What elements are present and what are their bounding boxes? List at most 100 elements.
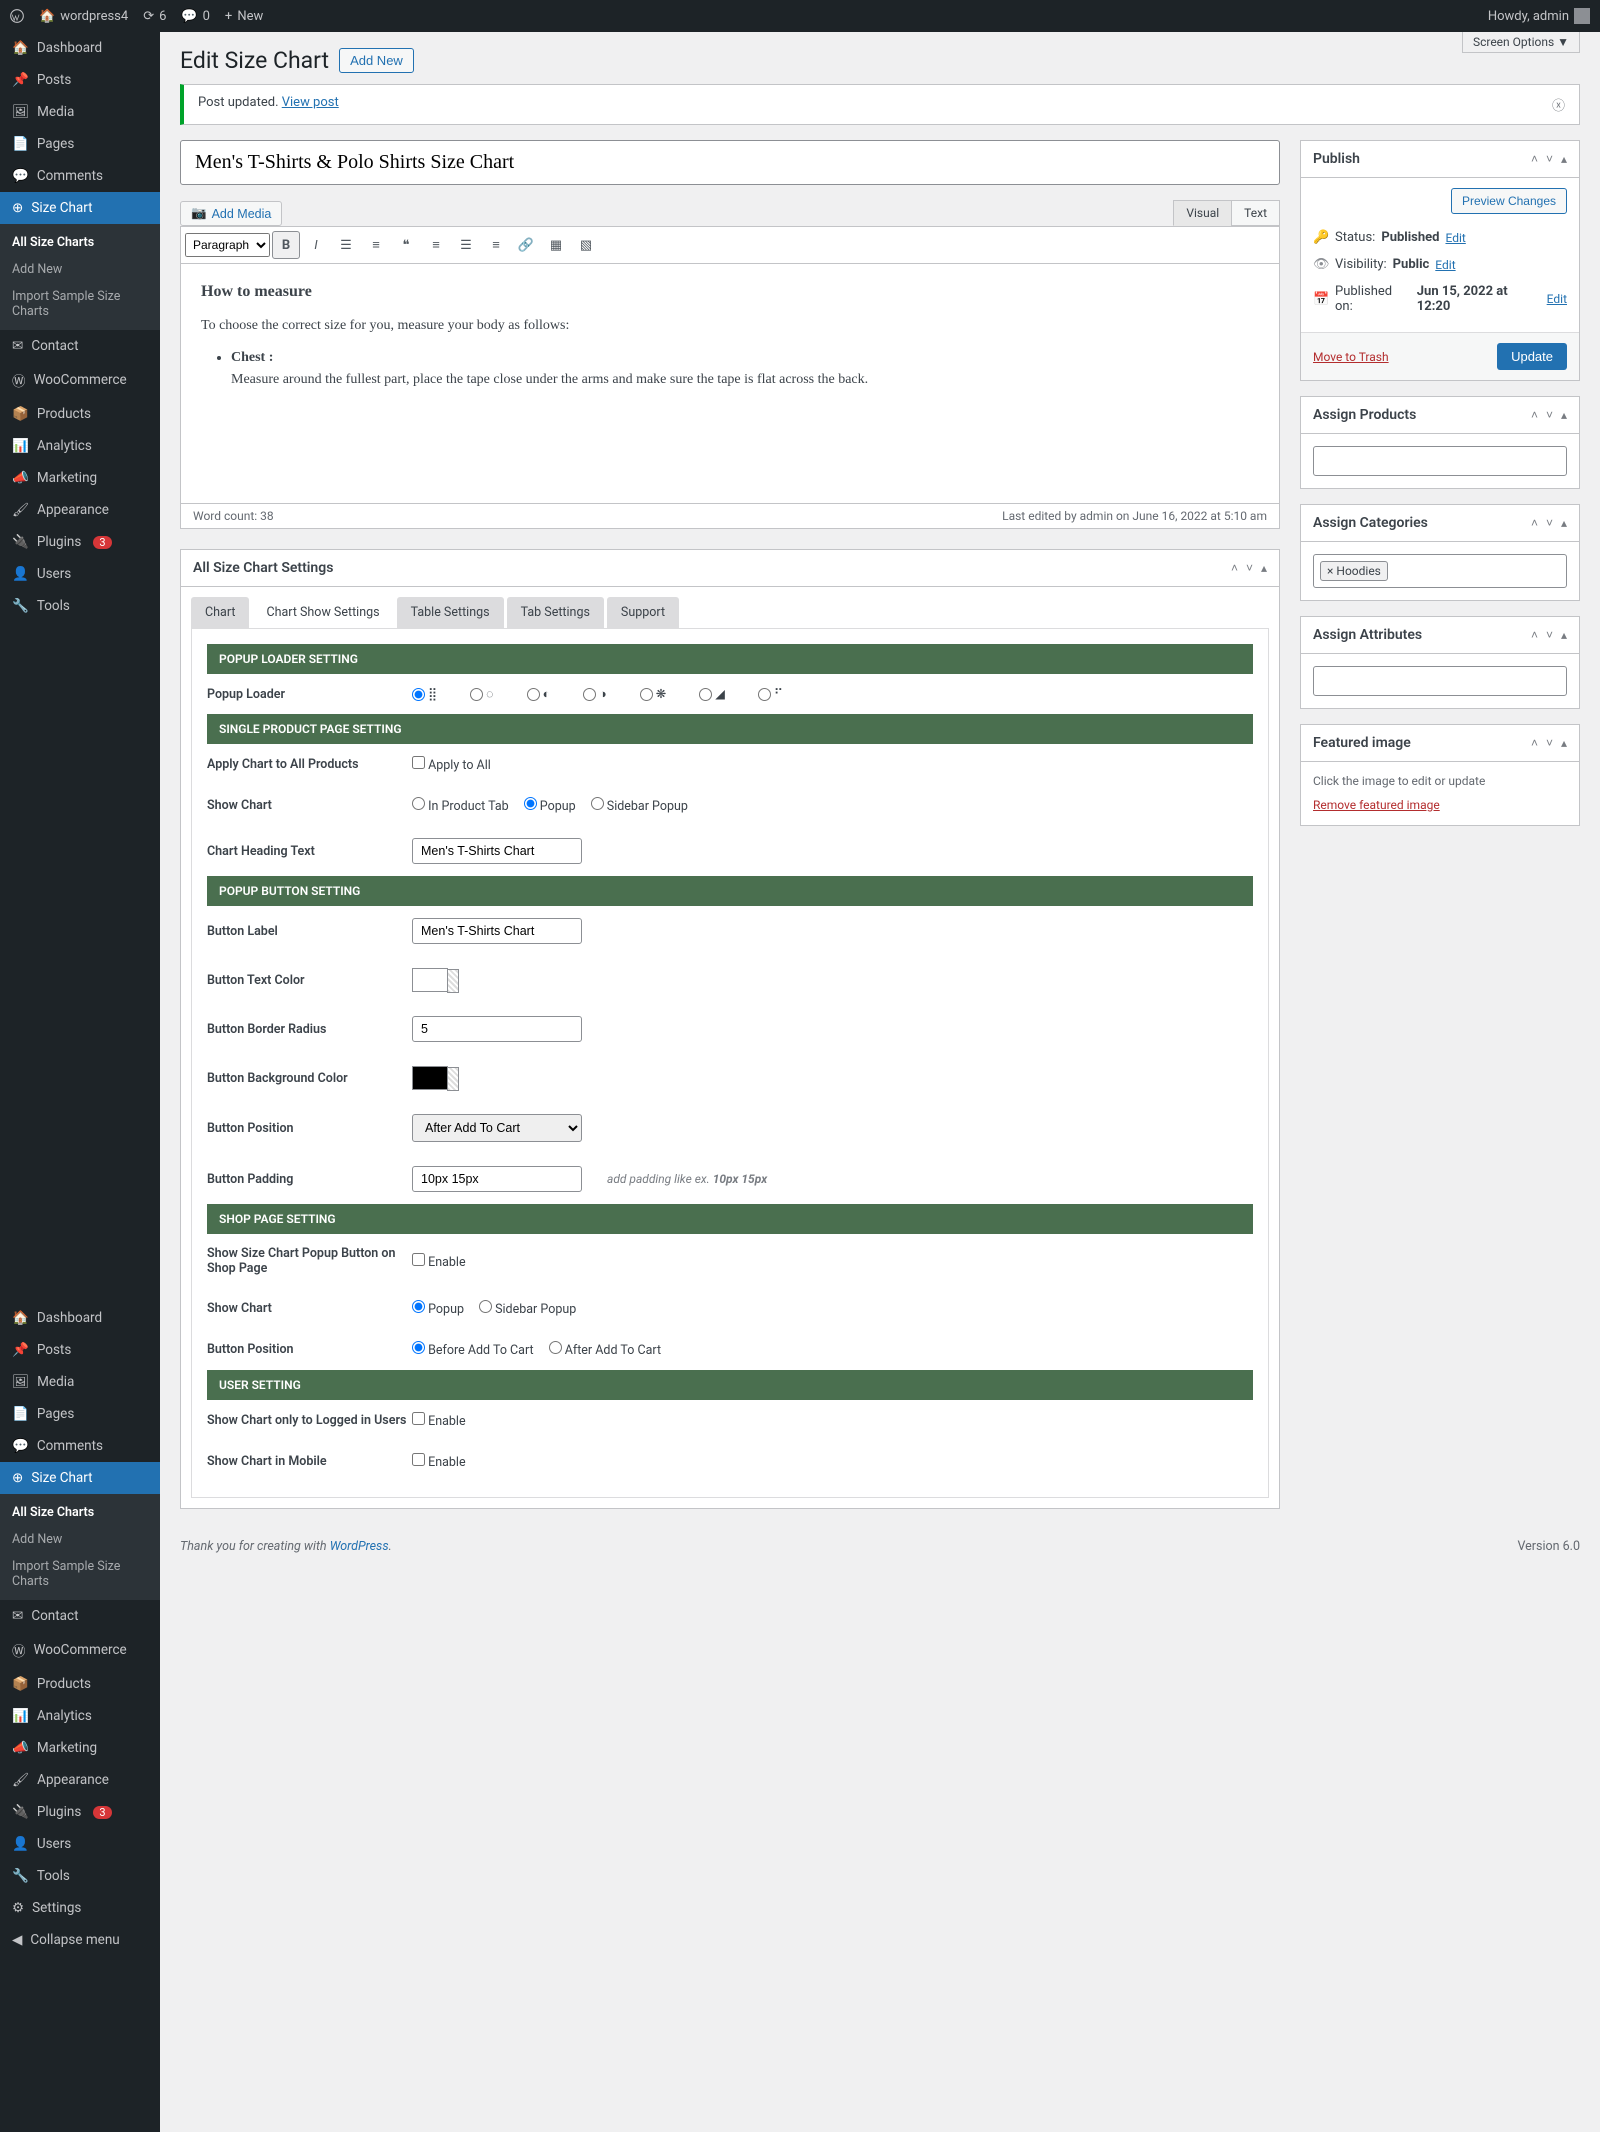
align-left-button[interactable]: ≡ xyxy=(422,231,450,259)
quote-button[interactable]: ❝ xyxy=(392,231,420,259)
align-center-button[interactable]: ☰ xyxy=(452,231,480,259)
dismiss-notice[interactable]: ⓧ xyxy=(1552,95,1565,114)
assign-attributes-input[interactable] xyxy=(1313,666,1567,696)
apply-all-checkbox[interactable] xyxy=(412,756,425,769)
site-name[interactable]: 🏠 wordpress4 xyxy=(39,9,128,24)
menu-appearance[interactable]: 🖌 Appearance xyxy=(0,494,160,526)
more-button[interactable]: ▦ xyxy=(542,231,570,259)
menu-media[interactable]: 🖼 Media xyxy=(0,96,160,128)
menu2-pages[interactable]: 📄 Pages xyxy=(0,1398,160,1430)
aa-toggle[interactable]: ▴ xyxy=(1561,628,1567,642)
tab-tab[interactable]: Tab Settings xyxy=(507,597,604,628)
fi-down[interactable]: ˅ xyxy=(1546,736,1553,750)
update-button[interactable]: Update xyxy=(1497,343,1567,370)
menu-contact[interactable]: ✉ Contact xyxy=(0,330,160,362)
submenu-add-new[interactable]: Add New xyxy=(0,256,160,283)
ac-up[interactable]: ˄ xyxy=(1531,516,1538,530)
ap-toggle[interactable]: ▴ xyxy=(1561,408,1567,422)
menu-products[interactable]: 📦 Products xyxy=(0,398,160,430)
show-chart-tab[interactable] xyxy=(412,797,425,810)
menu2-dashboard[interactable]: 🏠 Dashboard xyxy=(0,1302,160,1334)
bold-button[interactable]: B xyxy=(272,231,300,259)
menu2-appearance[interactable]: 🖌 Appearance xyxy=(0,1764,160,1796)
tab-chart-show[interactable]: Chart Show Settings xyxy=(252,597,393,628)
shop-show-popup[interactable] xyxy=(412,1300,425,1313)
loader-opt-2[interactable] xyxy=(470,688,483,701)
menu-size-chart[interactable]: ⊕ Size Chart xyxy=(0,192,160,224)
tab-support[interactable]: Support xyxy=(607,597,679,628)
edit-visibility-link[interactable]: Edit xyxy=(1435,258,1455,272)
remove-featured-image-link[interactable]: Remove featured image xyxy=(1313,798,1440,812)
tab-table[interactable]: Table Settings xyxy=(397,597,504,628)
comments-count[interactable]: 💬 0 xyxy=(181,9,210,24)
submenu-import[interactable]: Import Sample Size Charts xyxy=(0,283,160,325)
menu2-marketing[interactable]: 📣 Marketing xyxy=(0,1732,160,1764)
loader-opt-6[interactable] xyxy=(699,688,712,701)
preview-changes-button[interactable]: Preview Changes xyxy=(1451,188,1567,214)
menu-comments[interactable]: 💬 Comments xyxy=(0,160,160,192)
pub-toggle-icon[interactable]: ▴ xyxy=(1561,152,1567,166)
menu2-woocommerce[interactable]: Ⓦ WooCommerce xyxy=(0,1632,160,1668)
loader-opt-4[interactable] xyxy=(583,688,596,701)
toolbar-toggle-button[interactable]: ▧ xyxy=(572,231,600,259)
ac-toggle[interactable]: ▴ xyxy=(1561,516,1567,530)
menu2-plugins[interactable]: 🔌 Plugins3 xyxy=(0,1796,160,1828)
show-chart-popup[interactable] xyxy=(524,797,537,810)
visual-tab[interactable]: Visual xyxy=(1173,200,1232,226)
logged-in-checkbox[interactable] xyxy=(412,1412,425,1425)
assign-categories-input[interactable]: × Hoodies xyxy=(1313,554,1567,588)
menu-pages[interactable]: 📄 Pages xyxy=(0,128,160,160)
menu-tools[interactable]: 🔧 Tools xyxy=(0,590,160,622)
add-media-button[interactable]: 📷Add Media xyxy=(180,201,282,226)
new-content[interactable]: + New xyxy=(225,9,263,24)
assign-products-input[interactable] xyxy=(1313,446,1567,476)
box-down-icon[interactable]: ˅ xyxy=(1246,561,1253,575)
wordpress-link[interactable]: WordPress xyxy=(330,1539,389,1554)
menu2-settings[interactable]: ⚙ Settings xyxy=(0,1892,160,1924)
ap-up[interactable]: ˄ xyxy=(1531,408,1538,422)
aa-up[interactable]: ˄ xyxy=(1531,628,1538,642)
btn-bg-color-picker[interactable] xyxy=(412,1066,448,1090)
menu2-comments[interactable]: 💬 Comments xyxy=(0,1430,160,1462)
loader-opt-5[interactable] xyxy=(640,688,653,701)
view-post-link[interactable]: View post xyxy=(282,95,339,110)
menu2-products[interactable]: 📦 Products xyxy=(0,1668,160,1700)
btn-pad-input[interactable] xyxy=(412,1166,582,1192)
submenu2-import[interactable]: Import Sample Size Charts xyxy=(0,1553,160,1595)
shop-btn-checkbox[interactable] xyxy=(412,1253,425,1266)
wp-logo[interactable] xyxy=(10,9,24,23)
ap-down[interactable]: ˅ xyxy=(1546,408,1553,422)
collapse-menu[interactable]: ◀ Collapse menu xyxy=(0,1924,160,1956)
loader-opt-3[interactable] xyxy=(527,688,540,701)
italic-button[interactable]: I xyxy=(302,231,330,259)
editor-content[interactable]: How to measure To choose the correct siz… xyxy=(180,264,1280,504)
menu-analytics[interactable]: 📊 Analytics xyxy=(0,430,160,462)
menu2-posts[interactable]: 📌 Posts xyxy=(0,1334,160,1366)
loader-opt-1[interactable] xyxy=(412,688,425,701)
menu2-contact[interactable]: ✉ Contact xyxy=(0,1600,160,1632)
edit-status-link[interactable]: Edit xyxy=(1445,231,1465,245)
howdy-user[interactable]: Howdy, admin xyxy=(1488,8,1590,24)
loader-opt-7[interactable] xyxy=(758,688,771,701)
menu2-media[interactable]: 🖼 Media xyxy=(0,1366,160,1398)
add-new-button[interactable]: Add New xyxy=(339,48,414,73)
submenu-all-charts[interactable]: All Size Charts xyxy=(0,229,160,256)
menu2-tools[interactable]: 🔧 Tools xyxy=(0,1860,160,1892)
updates-count[interactable]: ⟳ 6 xyxy=(143,9,166,24)
screen-options-toggle[interactable]: Screen Options ▼ xyxy=(1462,32,1580,53)
menu-dashboard[interactable]: 🏠 Dashboard xyxy=(0,32,160,64)
move-to-trash-link[interactable]: Move to Trash xyxy=(1313,350,1389,364)
shop-btn-pos-before[interactable] xyxy=(412,1341,425,1354)
btn-radius-input[interactable] xyxy=(412,1016,582,1042)
btn-label-input[interactable] xyxy=(412,918,582,944)
menu-marketing[interactable]: 📣 Marketing xyxy=(0,462,160,494)
box-toggle-icon[interactable]: ▴ xyxy=(1261,561,1267,575)
menu-plugins[interactable]: 🔌 Plugins3 xyxy=(0,526,160,558)
edit-date-link[interactable]: Edit xyxy=(1547,292,1567,306)
fi-toggle[interactable]: ▴ xyxy=(1561,736,1567,750)
menu-users[interactable]: 👤 Users xyxy=(0,558,160,590)
align-right-button[interactable]: ≡ xyxy=(482,231,510,259)
show-chart-sidebar[interactable] xyxy=(591,797,604,810)
fi-up[interactable]: ˄ xyxy=(1531,736,1538,750)
pub-up-icon[interactable]: ˄ xyxy=(1531,152,1538,166)
